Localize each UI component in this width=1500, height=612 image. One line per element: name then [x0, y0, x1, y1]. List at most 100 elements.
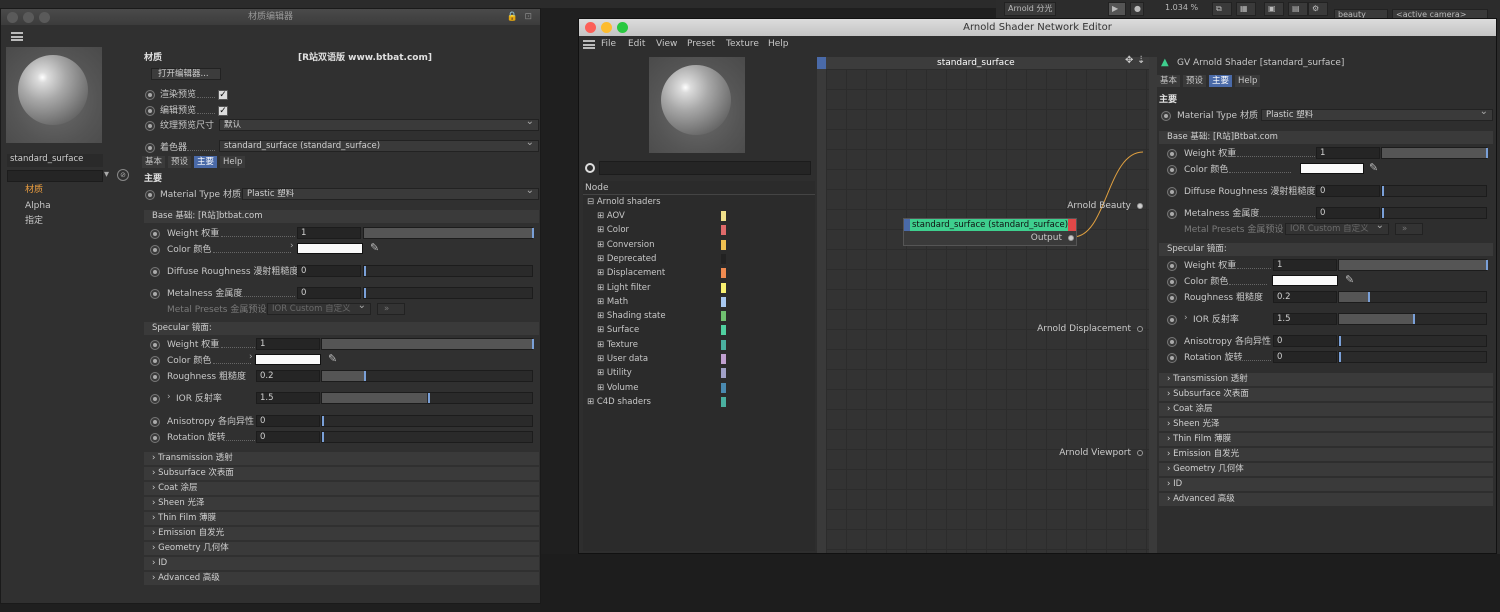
- node-search-input[interactable]: [599, 161, 811, 175]
- region-icon[interactable]: ▤: [1288, 2, 1308, 16]
- roughness-input[interactable]: 0.2: [256, 370, 320, 382]
- rotation-input[interactable]: 0: [256, 431, 320, 443]
- hamburger-icon[interactable]: [11, 32, 23, 41]
- minimize-button[interactable]: [601, 22, 612, 33]
- ior-radio[interactable]: [1167, 315, 1177, 325]
- weight-radio[interactable]: [1167, 149, 1177, 159]
- tree-item[interactable]: ⊞ Utility: [597, 366, 632, 380]
- weight-input[interactable]: 1: [1316, 147, 1380, 159]
- spec-weight-radio[interactable]: [1167, 261, 1177, 271]
- section-subsurface[interactable]: › Subsurface 次表面: [1159, 388, 1493, 401]
- anisotropy-slider[interactable]: [321, 415, 533, 427]
- tree-item[interactable]: ⊞ Light filter: [597, 281, 651, 295]
- roughness-radio[interactable]: [150, 372, 160, 382]
- shader-node[interactable]: standard_surface (standard_surface) Outp…: [903, 218, 1077, 246]
- grid-icon[interactable]: ▦: [1236, 2, 1256, 16]
- editor-preview-radio[interactable]: [145, 106, 155, 116]
- shader-radio[interactable]: [145, 143, 155, 153]
- zoom-button[interactable]: [617, 22, 628, 33]
- material-type-dropdown[interactable]: Plastic 塑料: [1261, 109, 1493, 121]
- metalness-input[interactable]: 0: [297, 287, 361, 299]
- minimize-button[interactable]: [23, 12, 34, 23]
- diffuse-roughness-radio[interactable]: [1167, 187, 1177, 197]
- eyedropper-icon[interactable]: ✎: [1369, 162, 1381, 174]
- tree-root-arnold[interactable]: ⊟ Arnold shaders: [587, 195, 661, 209]
- nav-item-alpha[interactable]: Alpha: [25, 200, 51, 212]
- metalness-slider[interactable]: [363, 287, 533, 299]
- diffuse-roughness-slider[interactable]: [1381, 185, 1487, 197]
- ior-slider[interactable]: [321, 392, 533, 404]
- anisotropy-radio[interactable]: [1167, 337, 1177, 347]
- tree-item[interactable]: ⊞ Volume: [597, 381, 638, 395]
- metal-presets-dropdown[interactable]: IOR Custom 自定义: [267, 303, 371, 315]
- metalness-slider[interactable]: [1381, 207, 1487, 219]
- editor-preview-checkbox[interactable]: ✓: [218, 106, 228, 116]
- spec-color-swatch[interactable]: [1272, 275, 1338, 286]
- ior-input[interactable]: 1.5: [1273, 313, 1337, 325]
- tex-preview-radio[interactable]: [145, 121, 155, 131]
- diffuse-roughness-input[interactable]: 0: [1316, 185, 1380, 197]
- layout-icon[interactable]: ▣: [1264, 2, 1284, 16]
- view-icon[interactable]: ⧉: [1212, 2, 1232, 16]
- metal-presets-button[interactable]: »: [377, 303, 405, 315]
- menu-preset[interactable]: Preset: [687, 38, 715, 50]
- panel-divider[interactable]: [1149, 57, 1157, 553]
- spec-color-radio[interactable]: [1167, 277, 1177, 287]
- rotation-input[interactable]: 0: [1273, 351, 1337, 363]
- section-thin-film[interactable]: › Thin Film 薄膜: [1159, 433, 1493, 446]
- tree-item[interactable]: ⊞ Conversion: [597, 238, 654, 252]
- color-swatch[interactable]: [297, 243, 363, 254]
- eyedropper-icon[interactable]: ✎: [328, 353, 340, 365]
- tab-help[interactable]: Help: [1235, 75, 1261, 87]
- search-clear-icon[interactable]: [585, 163, 595, 173]
- tree-root-c4d[interactable]: ⊞ C4D shaders: [587, 395, 651, 409]
- section-transmission[interactable]: › Transmission 透射: [144, 452, 539, 465]
- tab-basic[interactable]: 基本: [142, 156, 166, 168]
- hamburger-icon[interactable]: [583, 40, 595, 49]
- section-coat[interactable]: › Coat 涂层: [144, 482, 539, 495]
- weight-input[interactable]: 1: [297, 227, 361, 239]
- close-button[interactable]: [585, 22, 596, 33]
- material-type-dropdown[interactable]: Plastic 塑料: [242, 188, 539, 200]
- spec-color-radio[interactable]: [150, 356, 160, 366]
- menu-texture[interactable]: Texture: [726, 38, 759, 50]
- metal-presets-button[interactable]: »: [1395, 223, 1423, 235]
- eyedropper-icon[interactable]: ✎: [1345, 274, 1357, 286]
- rotation-radio[interactable]: [150, 433, 160, 443]
- tree-item[interactable]: ⊞ User data: [597, 352, 648, 366]
- weight-radio[interactable]: [150, 229, 160, 239]
- section-id[interactable]: › ID: [144, 557, 539, 570]
- spec-weight-slider[interactable]: [321, 338, 534, 350]
- ior-slider[interactable]: [1338, 313, 1487, 325]
- dropdown-arrow-icon[interactable]: ▾: [104, 169, 109, 180]
- section-subsurface[interactable]: › Subsurface 次表面: [144, 467, 539, 480]
- base-section-header[interactable]: Base 基础: [R站]btbat.com: [144, 210, 539, 223]
- diffuse-roughness-radio[interactable]: [150, 267, 160, 277]
- section-advanced[interactable]: › Advanced 高级: [144, 572, 539, 585]
- material-name-field[interactable]: standard_surface: [7, 154, 103, 167]
- record-icon[interactable]: ●: [1130, 2, 1144, 16]
- section-coat[interactable]: › Coat 涂层: [1159, 403, 1493, 416]
- specular-section-header[interactable]: Specular 镜面:: [1159, 243, 1493, 256]
- tree-item[interactable]: ⊞ Texture: [597, 338, 638, 352]
- section-emission[interactable]: › Emission 自发光: [144, 527, 539, 540]
- nav-item-assign[interactable]: 指定: [25, 215, 43, 227]
- metalness-radio[interactable]: [1167, 209, 1177, 219]
- roughness-slider[interactable]: [321, 370, 533, 382]
- material-type-radio[interactable]: [1161, 111, 1171, 121]
- anisotropy-radio[interactable]: [150, 417, 160, 427]
- metal-presets-dropdown[interactable]: IOR Custom 自定义: [1285, 223, 1389, 235]
- color-radio[interactable]: [1167, 165, 1177, 175]
- node-output-port[interactable]: [1068, 235, 1074, 241]
- render-preview-checkbox[interactable]: ✓: [218, 90, 228, 100]
- weight-slider[interactable]: [363, 227, 534, 239]
- color-swatch[interactable]: [1300, 163, 1364, 174]
- material-name-input[interactable]: [7, 170, 103, 182]
- section-sheen[interactable]: › Sheen 光泽: [144, 497, 539, 510]
- expand-chevron-icon[interactable]: ›: [167, 392, 171, 402]
- expand-icon[interactable]: ⊡: [524, 9, 532, 25]
- tab-main[interactable]: 主要: [1209, 75, 1233, 87]
- material-type-radio[interactable]: [145, 190, 155, 200]
- section-transmission[interactable]: › Transmission 透射: [1159, 373, 1493, 386]
- specular-section-header[interactable]: Specular 镜面:: [144, 322, 539, 335]
